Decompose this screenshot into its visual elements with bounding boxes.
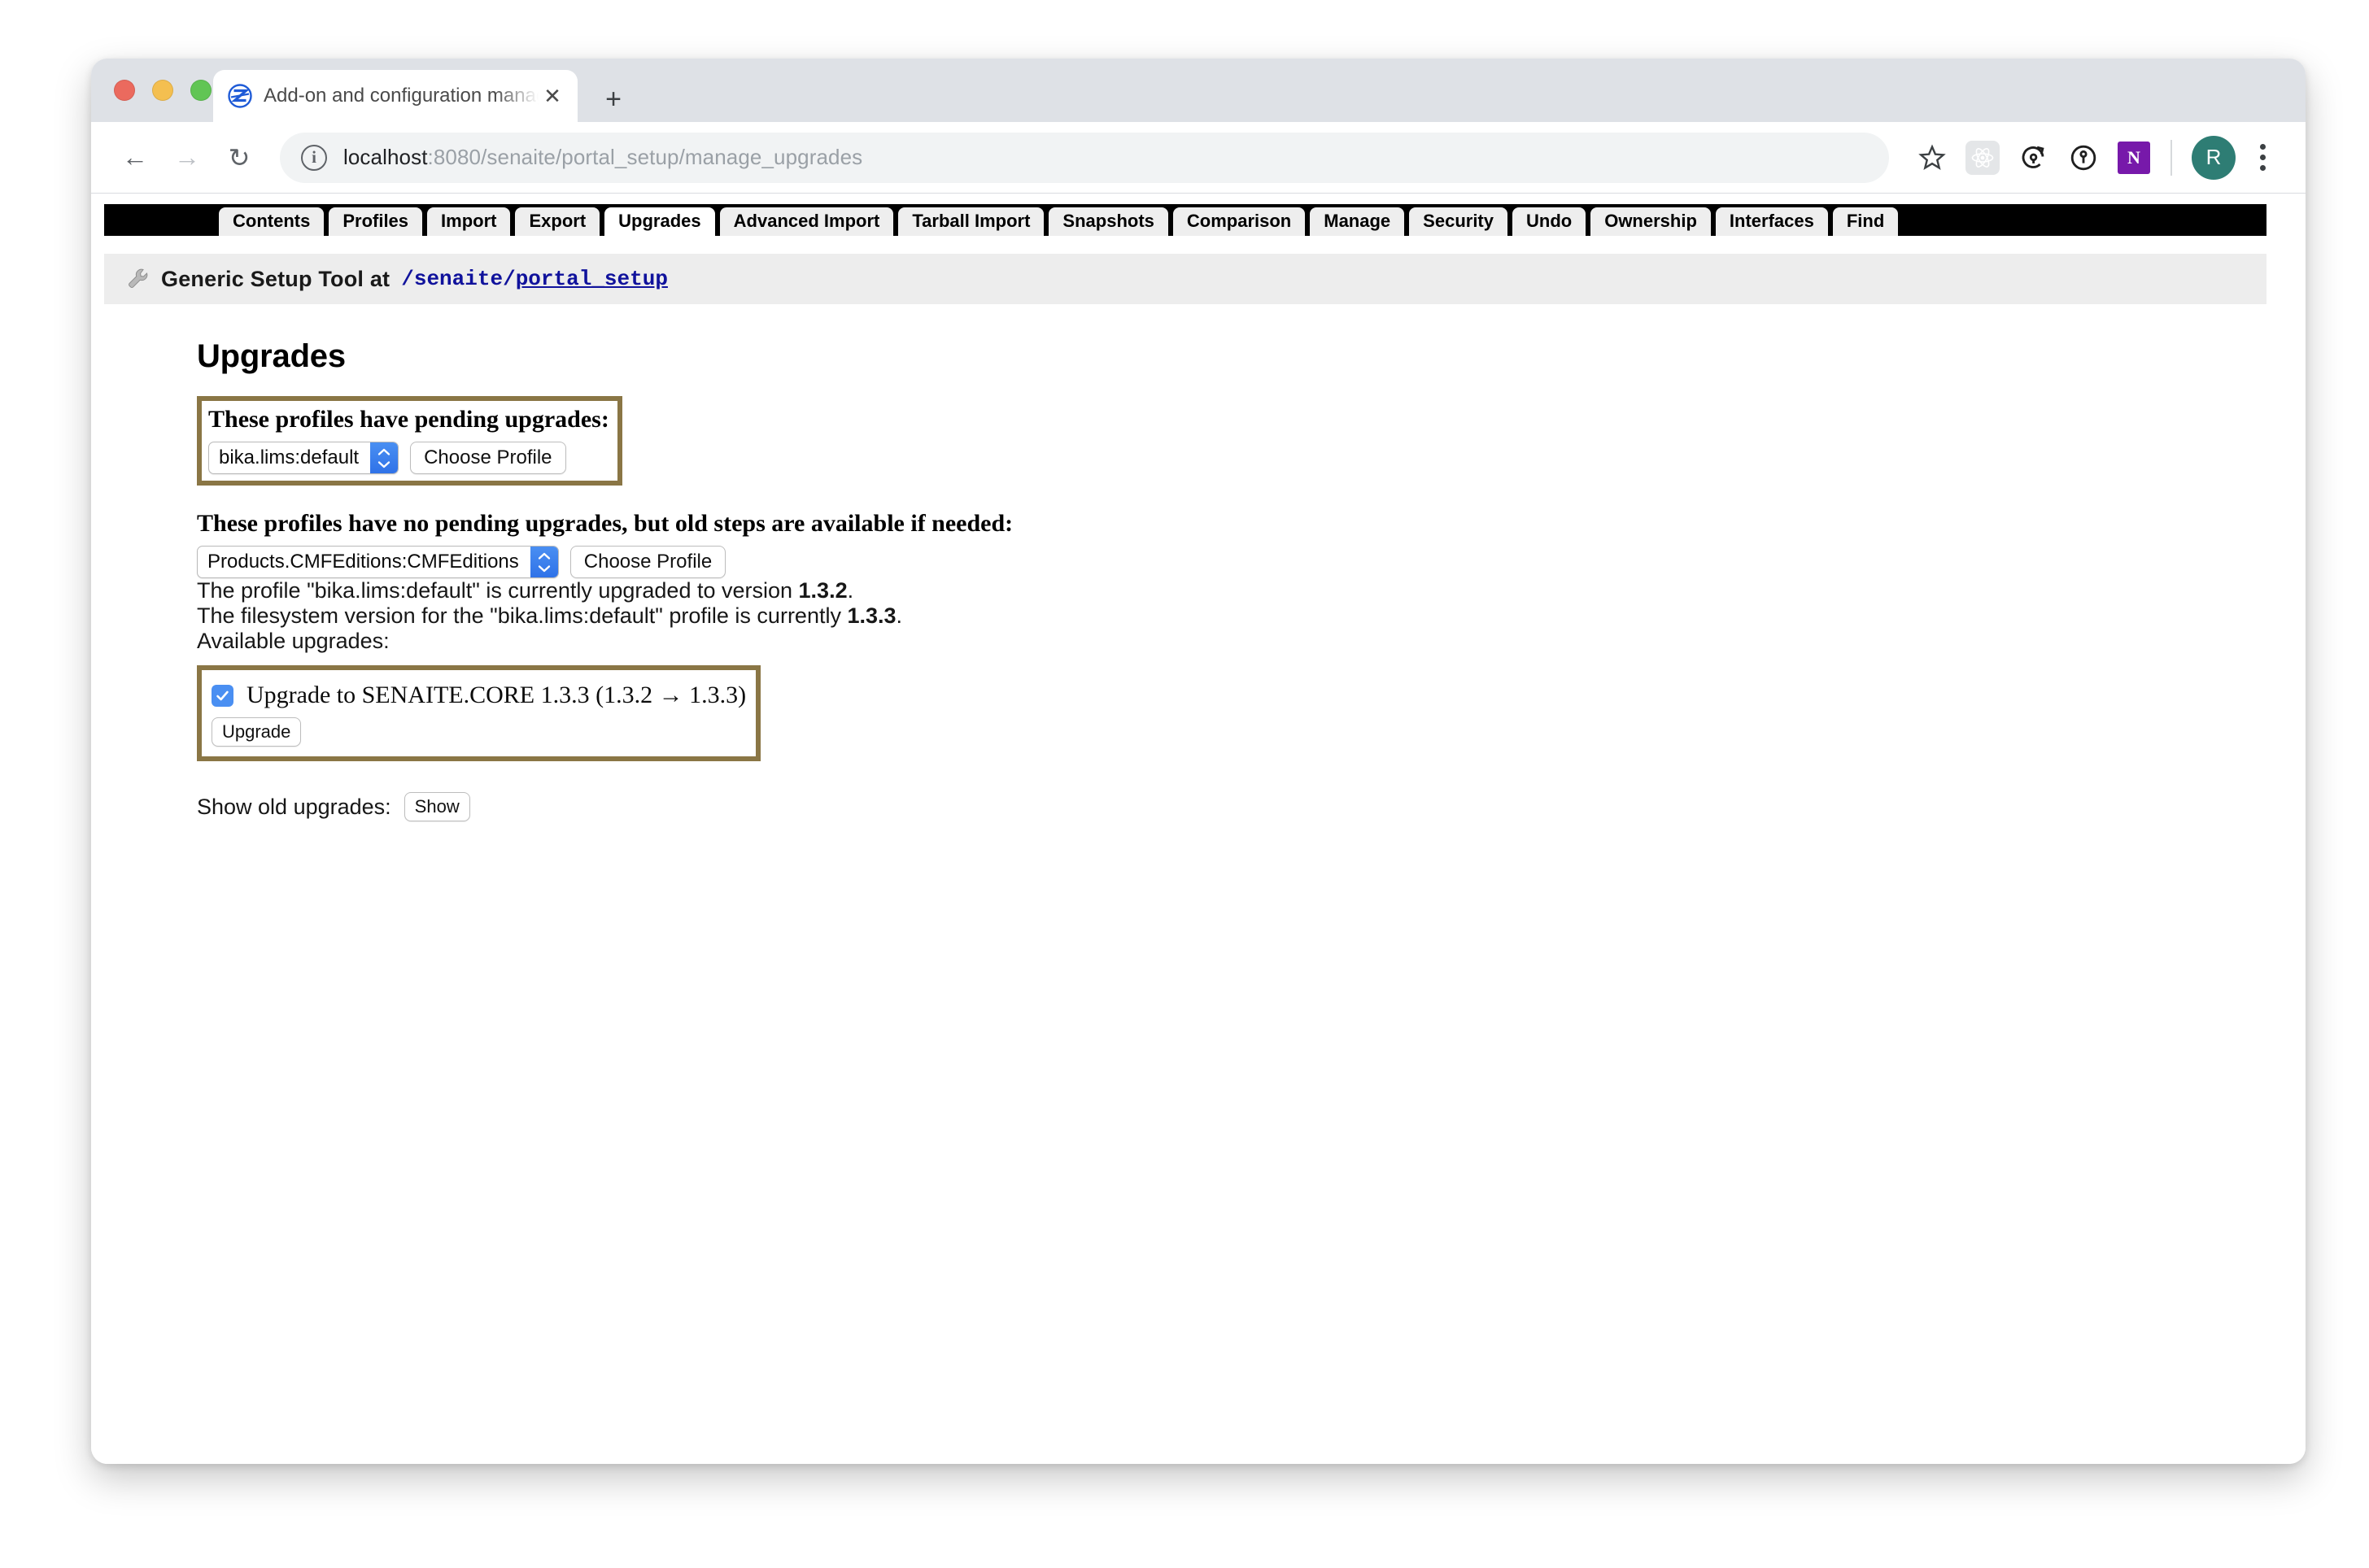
zmi-tab-manage[interactable]: Manage (1309, 207, 1406, 236)
breadcrumb: Generic Setup Tool at /senaite/portal_se… (104, 254, 2266, 304)
breadcrumb-separator: / (503, 267, 516, 291)
pending-upgrades-highlight-box: These profiles have pending upgrades: bi… (197, 396, 622, 486)
bookmark-star-icon[interactable] (1907, 133, 1957, 183)
zmi-tab-find[interactable]: Find (1831, 207, 1900, 236)
browser-tab[interactable]: Add-on and configuration manag ✕ (213, 70, 578, 122)
available-upgrades-label: Available upgrades: (197, 629, 390, 653)
profile-version-status-prefix: The profile "bika.lims:default" is curre… (197, 578, 799, 603)
window-traffic-lights (114, 80, 212, 101)
onenote-extension-icon[interactable]: N (2109, 133, 2159, 183)
new-tab-button[interactable]: + (597, 83, 630, 115)
one-password-extension-icon[interactable] (2058, 133, 2109, 183)
browser-tab-strip: Add-on and configuration manag ✕ + (91, 59, 2306, 122)
zmi-tab-security[interactable]: Security (1408, 207, 1508, 236)
zmi-tab-ownership[interactable]: Ownership (1590, 207, 1712, 236)
desktop-background: Add-on and configuration manag ✕ + ← → ↻… (0, 0, 2369, 1568)
old-steps-profile-select[interactable]: Products.CMFEditions:CMFEditions (197, 546, 559, 578)
address-bar-path: :8080/senaite/portal_setup/manage_upgrad… (427, 145, 863, 169)
breadcrumb-label: Generic Setup Tool at (161, 266, 390, 291)
toolbar-icon-group: N R (1907, 133, 2281, 183)
chrome-menu-kebab-icon[interactable] (2244, 135, 2281, 181)
zmi-tab-undo[interactable]: Undo (1512, 207, 1587, 236)
filesystem-version-status-suffix: . (896, 603, 903, 628)
filesystem-version-status: The filesystem version for the "bika.lim… (197, 603, 2306, 629)
pending-choose-profile-button[interactable]: Choose Profile (410, 442, 566, 474)
browser-toolbar: ← → ↻ i localhost:8080/senaite/portal_se… (91, 122, 2306, 194)
zmi-tab-export[interactable]: Export (514, 207, 601, 236)
main-content: Upgrades These profiles have pending upg… (91, 338, 2306, 821)
window-minimize-button[interactable] (152, 80, 173, 101)
reload-icon[interactable]: ↻ (216, 135, 262, 181)
zmi-tab-comparison[interactable]: Comparison (1171, 207, 1307, 236)
show-old-upgrades-button[interactable]: Show (404, 792, 470, 821)
profile-version-status: The profile "bika.lims:default" is curre… (197, 578, 2306, 603)
profile-version-status-suffix: . (847, 578, 854, 603)
upgrade-option-label: Upgrade to SENAITE.CORE 1.3.3 (1.3.2 → 1… (246, 682, 747, 708)
back-icon[interactable]: ← (112, 135, 158, 181)
pending-profile-select[interactable]: bika.lims:default (208, 442, 399, 474)
window-close-button[interactable] (114, 80, 135, 101)
old-steps-choose-profile-button[interactable]: Choose Profile (569, 546, 726, 578)
old-steps-profile-select-value: Products.CMFEditions:CMFEditions (207, 551, 519, 573)
chevron-updown-icon (370, 442, 399, 473)
pending-upgrades-controls: bika.lims:default Choose Profile (208, 442, 609, 474)
available-upgrade-highlight-box: Upgrade to SENAITE.CORE 1.3.3 (1.3.2 → 1… (197, 665, 761, 761)
filesystem-version-status-prefix: The filesystem version for the "bika.lim… (197, 603, 848, 628)
window-maximize-button[interactable] (190, 80, 212, 101)
onenote-badge: N (2118, 141, 2150, 174)
zmi-tab-tarball-import[interactable]: Tarball Import (897, 207, 1045, 236)
chevron-updown-icon (530, 547, 558, 577)
upgrade-button-wrapper: Upgrade (212, 717, 746, 747)
page-title: Upgrades (197, 338, 346, 374)
browser-window: Add-on and configuration manag ✕ + ← → ↻… (91, 59, 2306, 1464)
forward-icon[interactable]: → (164, 135, 210, 181)
no-pending-upgrades-controls: Products.CMFEditions:CMFEditions Choose … (197, 546, 2306, 578)
react-devtools-extension-icon[interactable] (1957, 133, 2008, 183)
breadcrumb-leaf-link[interactable]: portal_setup (516, 267, 668, 291)
breadcrumb-path: /senaite/portal_setup (401, 267, 668, 291)
filesystem-version: 1.3.3 (847, 603, 897, 628)
address-bar[interactable]: i localhost:8080/senaite/portal_setup/ma… (280, 132, 1889, 183)
site-info-icon[interactable]: i (301, 144, 327, 171)
zmi-tab-advanced-import[interactable]: Advanced Import (718, 207, 895, 236)
profile-avatar[interactable]: R (2192, 135, 2236, 180)
address-bar-url: localhost:8080/senaite/portal_setup/mana… (343, 145, 862, 170)
toolbar-divider (2170, 139, 2172, 176)
zmi-tab-upgrades[interactable]: Upgrades (604, 207, 716, 236)
zmi-tab-import[interactable]: Import (426, 207, 512, 236)
breadcrumb-root-link[interactable]: /senaite (401, 267, 503, 291)
zope-favicon (228, 84, 252, 108)
profile-current-version: 1.3.2 (798, 578, 848, 603)
zmi-tab-bar: Contents Profiles Import Export Upgrades… (104, 204, 2266, 236)
upgrade-checkbox[interactable] (212, 684, 233, 707)
zmi-tab-contents[interactable]: Contents (218, 207, 325, 236)
no-pending-upgrades-heading: These profiles have no pending upgrades,… (197, 510, 1014, 537)
zmi-tab-snapshots[interactable]: Snapshots (1048, 207, 1169, 236)
upgrade-button[interactable]: Upgrade (212, 717, 302, 747)
browser-tab-title: Add-on and configuration manag (264, 85, 539, 107)
history-sync-extension-icon[interactable] (2008, 133, 2058, 183)
show-old-upgrades-label: Show old upgrades: (197, 794, 391, 819)
zmi-tab-interfaces[interactable]: Interfaces (1714, 207, 1829, 236)
zmi-tab-profiles[interactable]: Profiles (328, 207, 424, 236)
pending-upgrades-heading: These profiles have pending upgrades: (208, 406, 609, 433)
upgrade-checkbox-row: Upgrade to SENAITE.CORE 1.3.3 (1.3.2 → 1… (212, 682, 746, 709)
close-icon[interactable]: ✕ (539, 82, 566, 110)
show-old-upgrades-row: Show old upgrades: Show (197, 792, 2306, 821)
wrench-icon (124, 265, 151, 293)
pending-profile-select-value: bika.lims:default (219, 446, 360, 468)
page-viewport: Contents Profiles Import Export Upgrades… (91, 194, 2306, 1464)
address-bar-host: localhost (343, 145, 428, 169)
no-pending-upgrades-section: These profiles have no pending upgrades,… (197, 510, 2306, 578)
